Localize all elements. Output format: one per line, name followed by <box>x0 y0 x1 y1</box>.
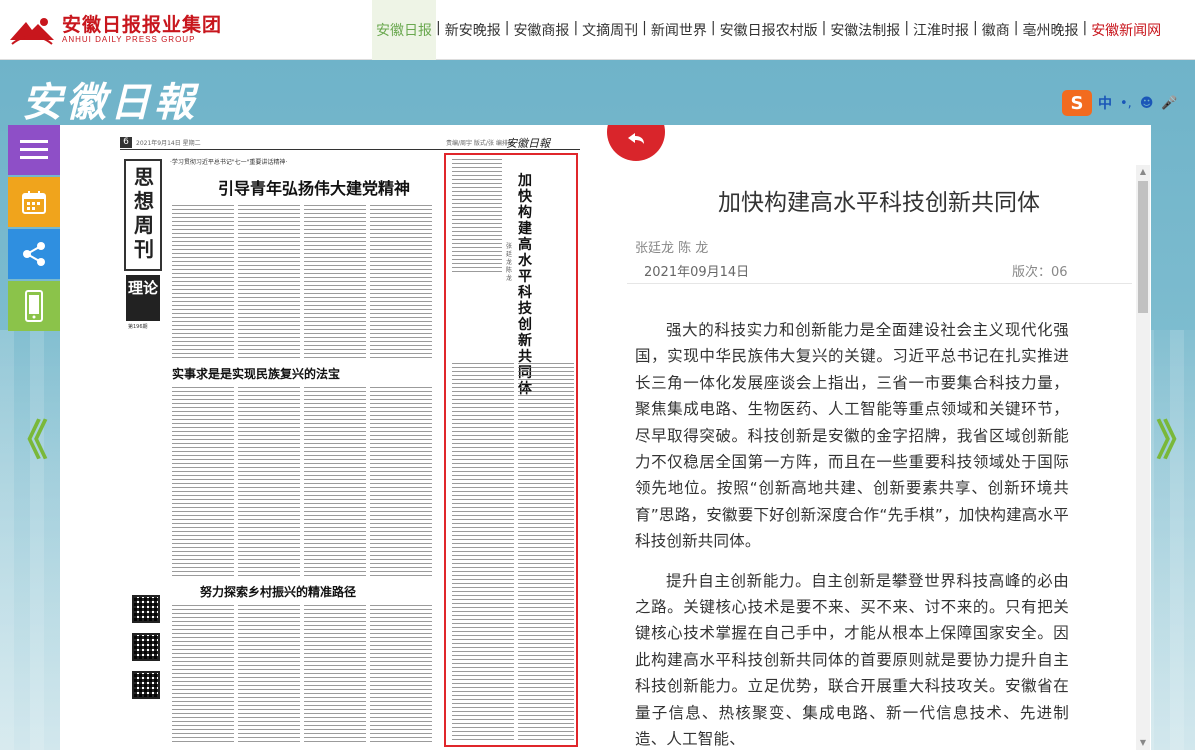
nav-item-anhui-business[interactable]: 安徽商报 <box>509 0 573 60</box>
brand-name-en: ANHUI DAILY PRESS GROUP <box>62 35 196 44</box>
menu-button[interactable] <box>8 125 60 175</box>
headline-seek-truth[interactable]: 实事求是是实现民族复兴的法宝 <box>172 365 340 382</box>
article-date: 2021年09月14日 <box>644 265 750 280</box>
emoji-icon[interactable]: ☻ <box>1140 96 1154 111</box>
hamburger-icon <box>20 140 48 159</box>
page-top-rule <box>120 149 580 150</box>
headline-rural-revitalization[interactable]: 努力探索乡村振兴的精准路径 <box>200 583 356 600</box>
mobile-phone-icon <box>25 290 43 322</box>
sogou-ime-icon[interactable]: S <box>1062 90 1092 116</box>
article-author: 张廷龙 陈 龙 <box>635 241 709 256</box>
article-paragraph: 提升自主创新能力。自主创新是攀登世界科技高峰的必由之路。关键核心技术是要不来、买… <box>635 571 1069 749</box>
nav-item-rural-edition[interactable]: 安徽日报农村版 <box>716 0 822 60</box>
column-subtitle: 理论 <box>126 275 160 321</box>
ime-toolbar[interactable]: S 中 •, ☻ 🎤 <box>1062 89 1192 117</box>
top-bar: 安徽日报报业集团 ANHUI DAILY PRESS GROUP 安徽日报 | … <box>0 0 1195 60</box>
microphone-icon[interactable]: 🎤 <box>1161 96 1177 111</box>
share-button[interactable] <box>8 229 60 279</box>
nav-item-news-world[interactable]: 新闻世界 <box>647 0 711 60</box>
page-number: 6 <box>120 137 132 148</box>
calendar-button[interactable] <box>8 177 60 227</box>
article-scrollbar[interactable]: ▲ ▼ <box>1136 165 1150 750</box>
brand-name-cn: 安徽日报报业集团 <box>62 14 223 36</box>
article-panel: 加快构建高水平科技创新共同体 张廷龙 陈 龙 2021年09月14日 版次：06… <box>607 125 1151 750</box>
nav-item-anhui-daily[interactable]: 安徽日报 <box>372 0 436 60</box>
scroll-down-icon[interactable]: ▼ <box>1136 736 1150 750</box>
punctuation-icon[interactable]: •, <box>1120 96 1132 111</box>
nav-item-huishang[interactable]: 徽商 <box>978 0 1014 60</box>
article-text-seek-truth[interactable] <box>172 387 436 579</box>
column-issue: 第196期 <box>128 324 148 330</box>
press-group-logo-icon <box>8 14 56 46</box>
article-title: 加快构建高水平科技创新共同体 <box>718 190 1040 216</box>
next-page-arrow[interactable]: 》 <box>1156 420 1195 462</box>
scrollbar-thumb[interactable] <box>1138 181 1148 313</box>
calendar-icon <box>22 191 46 214</box>
article-kicker: ·学习贯彻习近平总书记"七一"重要讲话精神· <box>170 159 288 166</box>
nav-item-xinan-evening[interactable]: 新安晚报 <box>441 0 505 60</box>
share-icon <box>23 242 45 266</box>
article-divider <box>627 283 1132 284</box>
qr-code-icon <box>132 595 160 623</box>
top-nav: 安徽日报 | 新安晚报 | 安徽商报 | 文摘周刊 | 新闻世界 | 安徽日报农… <box>372 0 1165 60</box>
article-body: 强大的科技实力和创新能力是全面建设社会主义现代化强国，实现中华民族伟大复兴的关键… <box>635 317 1069 750</box>
page-editor-line: 责编/周宇 版式/张 编排/X <box>446 140 514 147</box>
nav-item-digest-weekly[interactable]: 文摘周刊 <box>578 0 642 60</box>
article-paragraph: 强大的科技实力和创新能力是全面建设社会主义现代化强国，实现中华民族伟大复兴的关键… <box>635 321 1069 551</box>
scroll-up-icon[interactable]: ▲ <box>1136 165 1150 179</box>
selected-article-highlight[interactable] <box>444 153 578 747</box>
side-toolbar <box>8 125 60 333</box>
newspaper-page: 6 2021年9月14日 星期二 责编/周宇 版式/张 编排/X 安徽日報 思想… <box>60 125 607 750</box>
previous-page-arrow[interactable]: 《 <box>6 420 48 462</box>
back-button[interactable] <box>607 125 665 161</box>
return-arrow-icon <box>628 133 644 144</box>
nav-item-bozhou-evening[interactable]: 亳州晚报 <box>1018 0 1082 60</box>
nav-item-anhui-news[interactable]: 安徽新闻网 <box>1087 0 1165 60</box>
masthead-logo: 安徽日報 <box>22 79 198 126</box>
nav-item-legal-daily[interactable]: 安徽法制报 <box>826 0 904 60</box>
mobile-button[interactable] <box>8 281 60 331</box>
page-date: 2021年9月14日 星期二 <box>136 140 201 147</box>
article-edition: 版次：06 <box>1012 265 1068 280</box>
qr-code-icon <box>132 671 160 699</box>
article-text-youth[interactable] <box>172 205 436 361</box>
article-text-rural[interactable] <box>172 605 436 745</box>
column-title: 思想周刊 <box>134 165 154 261</box>
nav-item-jianghuai-times[interactable]: 江淮时报 <box>909 0 973 60</box>
headline-youth-spirit[interactable]: 引导青年弘扬伟大建党精神 <box>218 175 410 199</box>
ime-language-toggle[interactable]: 中 <box>1098 93 1112 113</box>
brand-logo-link[interactable]: 安徽日报报业集团 ANHUI DAILY PRESS GROUP <box>8 14 222 46</box>
qr-code-icon <box>132 633 160 661</box>
